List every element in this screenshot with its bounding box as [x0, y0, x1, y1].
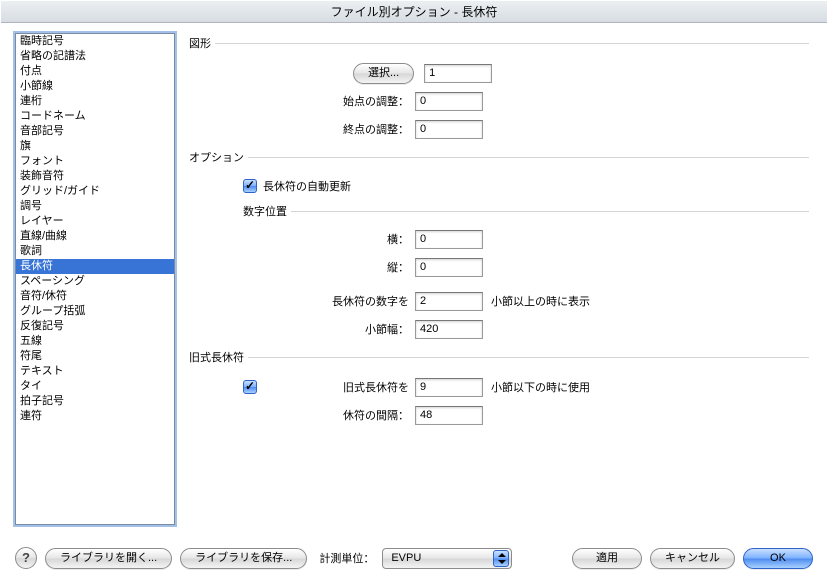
auto-update-checkbox[interactable]: [243, 179, 257, 193]
apply-button[interactable]: 適用: [572, 548, 642, 569]
rest-spacing-label: 休符の間隔：: [189, 407, 415, 423]
options-window: ファイル別オプション - 長休符 臨時記号省略の記譜法付点小節線連桁コードネーム…: [0, 0, 828, 579]
measure-width-label: 小節幅：: [189, 321, 415, 337]
sidebar-item[interactable]: 省略の記譜法: [16, 49, 174, 64]
use-old-suffix: 小節以下の時に使用: [483, 379, 590, 395]
main-panel: 図形 選択... 始点の調整： 終点の調整：: [185, 33, 813, 538]
window-title: ファイル別オプション - 長休符: [1, 1, 827, 23]
section-old-title: 旧式長休符: [189, 349, 248, 365]
numpos-h-input[interactable]: [415, 230, 483, 249]
sidebar-item[interactable]: 直線/曲線: [16, 229, 174, 244]
section-options-title: オプション: [189, 149, 248, 165]
unit-value: EVPU: [391, 552, 487, 564]
sidebar-item[interactable]: テキスト: [16, 364, 174, 379]
use-old-label: 旧式長休符を: [263, 379, 415, 395]
numpos-h-label: 横：: [243, 231, 415, 247]
unit-popup[interactable]: EVPU: [382, 548, 512, 569]
rest-spacing-input[interactable]: [415, 406, 483, 425]
sidebar-item[interactable]: 歌詞: [16, 244, 174, 259]
sidebar-item[interactable]: 小節線: [16, 79, 174, 94]
sidebar-item[interactable]: 符尾: [16, 349, 174, 364]
divider: [291, 211, 809, 212]
sidebar-item[interactable]: タイ: [16, 379, 174, 394]
updown-arrows-icon: [493, 550, 509, 567]
sidebar-item[interactable]: 旗: [16, 139, 174, 154]
divider: [215, 43, 809, 44]
divider: [248, 157, 809, 158]
shape-id-input[interactable]: [424, 64, 492, 83]
sidebar-item[interactable]: グループ括弧: [16, 304, 174, 319]
numpos-v-label: 縦：: [243, 259, 415, 275]
sidebar-item[interactable]: 音部記号: [16, 124, 174, 139]
end-adjust-label: 終点の調整：: [189, 121, 415, 137]
ok-button[interactable]: OK: [743, 548, 813, 569]
sidebar-item[interactable]: 連桁: [16, 94, 174, 109]
sidebar-item[interactable]: 付点: [16, 64, 174, 79]
use-old-input[interactable]: [415, 378, 483, 397]
category-list[interactable]: 臨時記号省略の記譜法付点小節線連桁コードネーム音部記号旗フォント装飾音符グリッド…: [15, 33, 175, 525]
sidebar-item[interactable]: 長休符: [16, 259, 174, 274]
subsection-number-position: 数字位置 横： 縦：: [243, 203, 809, 279]
threshold-suffix: 小節以上の時に表示: [483, 293, 590, 309]
end-adjust-input[interactable]: [415, 120, 483, 139]
sidebar-item[interactable]: 音符/休符: [16, 289, 174, 304]
numpos-v-input[interactable]: [415, 258, 483, 277]
sidebar-item[interactable]: フォント: [16, 154, 174, 169]
select-shape-button[interactable]: 選択...: [353, 63, 414, 84]
start-adjust-input[interactable]: [415, 92, 483, 111]
measure-width-input[interactable]: [415, 320, 483, 339]
auto-update-label: 長休符の自動更新: [263, 178, 351, 194]
section-shape-title: 図形: [189, 35, 215, 51]
section-shape: 図形 選択... 始点の調整： 終点の調整：: [189, 35, 809, 141]
footer-bar: ? ライブラリを開く... ライブラリを保存... 計測単位： EVPU 適用 …: [1, 538, 827, 578]
sidebar-item[interactable]: 臨時記号: [16, 34, 174, 49]
start-adjust-label: 始点の調整：: [189, 93, 415, 109]
sidebar-item[interactable]: 反復記号: [16, 319, 174, 334]
sidebar-item[interactable]: グリッド/ガイド: [16, 184, 174, 199]
sidebar-item[interactable]: 連符: [16, 409, 174, 424]
sidebar-item[interactable]: レイヤー: [16, 214, 174, 229]
section-old-style: 旧式長休符 旧式長休符を 小節以下の時に使用 休符の間隔：: [189, 349, 809, 427]
threshold-label: 長休符の数字を: [189, 293, 415, 309]
numpos-title: 数字位置: [243, 203, 291, 219]
sidebar-item[interactable]: スペーシング: [16, 274, 174, 289]
divider: [248, 357, 809, 358]
sidebar-item[interactable]: 調号: [16, 199, 174, 214]
sidebar-item[interactable]: 装飾音符: [16, 169, 174, 184]
cancel-button[interactable]: キャンセル: [650, 548, 735, 569]
help-button[interactable]: ?: [15, 547, 37, 569]
save-library-button[interactable]: ライブラリを保存...: [180, 548, 307, 569]
use-old-checkbox[interactable]: [243, 380, 257, 394]
threshold-input[interactable]: [415, 292, 483, 311]
content-area: 臨時記号省略の記譜法付点小節線連桁コードネーム音部記号旗フォント装飾音符グリッド…: [1, 23, 827, 538]
open-library-button[interactable]: ライブラリを開く...: [45, 548, 172, 569]
unit-label: 計測単位：: [319, 550, 374, 566]
sidebar-item[interactable]: 五線: [16, 334, 174, 349]
sidebar-item[interactable]: コードネーム: [16, 109, 174, 124]
sidebar-item[interactable]: 拍子記号: [16, 394, 174, 409]
section-options: オプション 長休符の自動更新 数字位置 横：: [189, 149, 809, 341]
